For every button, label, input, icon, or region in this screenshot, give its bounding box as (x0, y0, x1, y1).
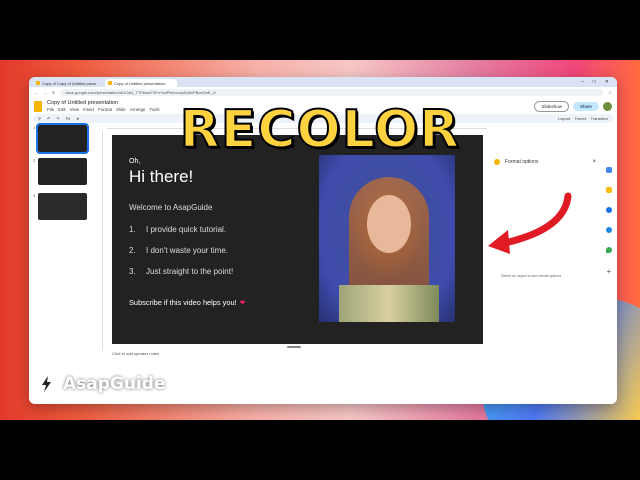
tasks-icon[interactable] (606, 207, 612, 213)
browser-tab-bar: Copy of Copy of Untitled prese Copy of U… (29, 77, 617, 87)
slide-points-list[interactable]: 1. I provide quick tutorial. 2. I don't wa… (129, 225, 233, 288)
asapguide-logo-icon (37, 374, 57, 394)
slide-thumbnail[interactable] (38, 158, 88, 185)
subscribe-text: Subscribe if this video helps you! (129, 298, 237, 307)
list-number: 2. (129, 246, 136, 255)
bookmark-star-icon[interactable]: ☆ (608, 90, 612, 95)
calendar-icon[interactable] (606, 167, 612, 173)
slide-canvas[interactable]: Oh, Hi there! Welcome to AsapGuide 1. I p… (112, 135, 483, 344)
browser-tab-label: Copy of Untitled presentation (114, 80, 166, 86)
slide-number: 2 (33, 158, 36, 163)
notes-resize-handle[interactable] (287, 346, 301, 348)
side-panel-icons: + (601, 157, 617, 404)
video-title-overlay: RECOLOR (179, 99, 461, 161)
list-number: 1. (129, 225, 136, 234)
forward-icon[interactable]: → (43, 90, 47, 95)
slide-number: 3 (33, 193, 36, 198)
list-item: 1. I provide quick tutorial. (129, 225, 233, 246)
heart-icon: ❤ (239, 299, 246, 307)
slides-favicon-icon (36, 81, 40, 85)
slide-welcome[interactable]: Welcome to AsapGuide (129, 203, 212, 212)
reload-icon[interactable]: ↻ (52, 90, 55, 95)
maps-icon[interactable] (606, 247, 612, 253)
slide-portrait-image[interactable] (319, 155, 455, 322)
list-item: 2. I don't waste your time. (129, 246, 233, 267)
slides-favicon-icon (108, 81, 112, 85)
contacts-icon[interactable] (606, 227, 612, 233)
format-options-message: Select an object to see format options (501, 274, 562, 278)
list-item: 3. Just straight to the point! (129, 267, 233, 288)
minimize-icon[interactable]: – (581, 79, 584, 85)
list-text: Just straight to the point! (146, 267, 234, 276)
channel-watermark: AsapGuide (36, 373, 166, 395)
slide-thumbnail[interactable] (38, 193, 88, 220)
list-text: I don't waste your time. (146, 246, 229, 255)
portrait-face (367, 195, 411, 253)
window-controls: – □ ✕ (581, 79, 617, 85)
slide-headline[interactable]: Hi there! (129, 167, 193, 187)
close-window-icon[interactable]: ✕ (605, 79, 609, 85)
keep-icon[interactable] (606, 187, 612, 193)
list-number: 3. (129, 267, 136, 276)
list-text: I provide quick tutorial. (146, 225, 227, 234)
editor-body: 1 2 3 Oh, Hi there! Welcome to AsapGuide (29, 123, 617, 404)
browser-tab-2[interactable]: Copy of Untitled presentation (105, 79, 177, 87)
speaker-notes[interactable]: Click to add speaker notes (112, 351, 159, 356)
url-field[interactable]: docs.google.com/presentation/d/1CsN_TTFk… (60, 89, 604, 96)
browser-tab-1[interactable]: Copy of Copy of Untitled prese (33, 79, 105, 87)
maximize-icon[interactable]: □ (593, 79, 596, 85)
browser-tab-label: Copy of Copy of Untitled prese (42, 80, 97, 86)
brand-name: AsapGuide (63, 374, 166, 394)
slide-subscribe-line[interactable]: Subscribe if this video helps you! ❤ (129, 298, 246, 307)
filmstrip-item[interactable]: 2 (33, 158, 88, 185)
portrait-dress (339, 285, 439, 322)
address-bar-row: ← → ↻ docs.google.com/presentation/d/1Cs… (29, 87, 617, 98)
slide-filmstrip: 1 2 3 (29, 123, 95, 404)
red-arrow-icon (488, 192, 572, 254)
add-addon-icon[interactable]: + (607, 267, 612, 276)
video-frame-background: Copy of Copy of Untitled prese Copy of U… (0, 60, 640, 420)
vertical-ruler (97, 131, 103, 351)
filmstrip-item[interactable]: 3 (33, 193, 88, 220)
back-icon[interactable]: ← (34, 90, 38, 95)
